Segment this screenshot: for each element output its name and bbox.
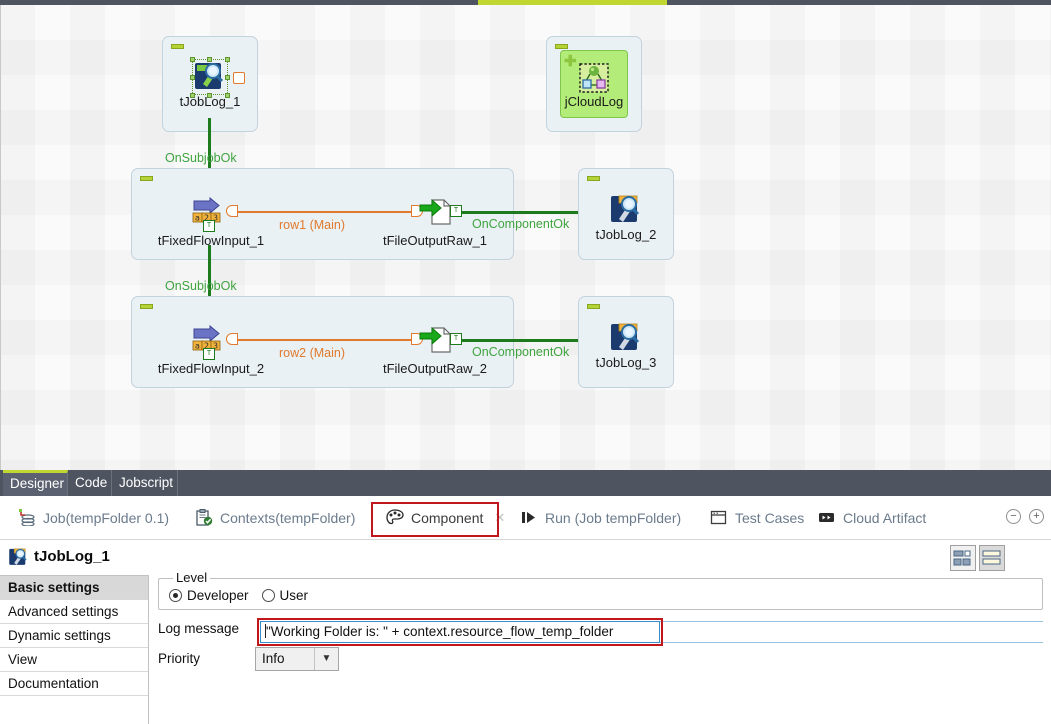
tab-code[interactable]: Code [68,470,112,496]
log-message-highlight [257,618,663,646]
trigger-port[interactable]: T [203,348,215,360]
subjob-collapse-icon[interactable] [140,176,153,181]
node-jcloudlog[interactable]: jCloudLog [570,63,618,123]
radio-user-label: User [280,588,309,603]
link-row2[interactable] [238,339,413,341]
link-label-row1: row1 (Main) [279,218,345,232]
component-form: Level Developer User Log message "Workin… [150,575,1051,724]
node-label: tFixedFlowInput_2 [158,361,264,376]
node-label: jCloudLog [565,94,624,109]
level-radio-row: Developer User [169,588,308,603]
node-trigger-port[interactable] [233,72,245,84]
flow-output-port[interactable] [226,333,238,345]
selection-handle[interactable] [225,57,230,62]
talend-studio-window: tJobLog_1 ✚ jCloudLog [0,0,1051,724]
job-log-icon [8,547,29,573]
tab-cloudartifact-label: Cloud Artifact [843,510,926,526]
node-tjoblog-3[interactable]: tJobLog_3 [602,321,650,379]
subjob-collapse-icon[interactable] [171,44,184,49]
radio-developer-label: Developer [187,588,249,603]
bottom-panel: Job(tempFolder 0.1) Contexts(tempFolder) [0,496,1051,724]
page-title: tJobLog_1 [34,548,110,565]
selection-handle[interactable] [190,75,195,80]
selection-handle[interactable] [190,57,195,62]
component-tab-highlight [371,502,499,537]
link-row1[interactable] [238,211,413,213]
node-label: tFileOutputRaw_1 [383,233,487,248]
link-label-oncomponentok-1: OnComponentOk [472,217,569,231]
trigger-port[interactable]: T [450,333,462,345]
chevron-down-icon[interactable]: ▼ [314,648,338,670]
subjob-collapse-icon[interactable] [587,176,600,181]
settings-tab-dynamic[interactable]: Dynamic settings [0,624,148,648]
tab-run-label: Run (Job tempFolder) [545,510,681,526]
view-tab-bar: Job(tempFolder 0.1) Contexts(tempFolder) [0,496,1051,540]
priority-select[interactable]: Info ▼ [255,647,339,671]
test-cases-icon [710,509,728,526]
flow-output-port[interactable] [226,205,238,217]
maximize-button[interactable]: + [1029,509,1044,524]
svg-text:a: a [195,214,200,223]
contexts-icon [195,509,213,526]
selection-outline [192,59,228,95]
radio-developer[interactable] [169,589,182,602]
settings-tab-advanced[interactable]: Advanced settings [0,600,148,624]
settings-tab-list: Basic settings Advanced settings Dynamic… [0,575,149,724]
tab-testcases[interactable]: Test Cases [700,496,814,539]
tab-contexts[interactable]: Contexts(tempFolder) [185,496,365,539]
component-header: tJobLog_1 [0,540,1051,575]
rows-layout-button[interactable] [979,545,1005,571]
tab-job[interactable]: Job(tempFolder 0.1) [8,496,179,539]
node-label: tJobLog_1 [180,94,241,109]
subjob-collapse-icon[interactable] [587,304,600,309]
tab-designer[interactable]: Designer [3,470,68,496]
node-label: tFileOutputRaw_2 [383,361,487,376]
job-designer-canvas[interactable]: tJobLog_1 ✚ jCloudLog [0,5,1051,470]
cloud-artifact-icon [818,509,836,526]
subjob-collapse-icon[interactable] [555,44,568,49]
tab-run[interactable]: Run (Job tempFolder) [510,496,691,539]
node-label: tFixedFlowInput_1 [158,233,264,248]
editor-tab-strip: Designer Code Jobscript [0,470,1051,496]
subjob-collapse-icon[interactable] [140,304,153,309]
level-group-label: Level [173,570,210,585]
link-label-oncomponentok-2: OnComponentOk [472,345,569,359]
grid-layout-button[interactable] [950,545,976,571]
priority-value: Info [262,651,285,666]
settings-tab-view[interactable]: View [0,648,148,672]
settings-tab-documentation[interactable]: Documentation [0,672,148,696]
link-label-row2: row2 (Main) [279,346,345,360]
priority-label: Priority [158,651,200,666]
radio-user[interactable] [262,589,275,602]
cloud-log-icon [579,63,609,98]
node-label: tJobLog_2 [596,227,657,242]
trigger-port[interactable]: T [450,205,462,217]
tab-contexts-label: Contexts(tempFolder) [220,510,355,526]
trigger-port[interactable]: T [203,220,215,232]
tab-testcases-label: Test Cases [735,510,804,526]
node-label: tJobLog_3 [596,355,657,370]
node-tjoblog-1[interactable]: tJobLog_1 [186,60,234,120]
run-icon [520,509,538,526]
selection-handle[interactable] [207,57,212,62]
selection-handle[interactable] [225,75,230,80]
log-message-label: Log message [158,621,239,636]
file-output-raw-icon [418,325,454,358]
link-label-onsubjobok-2: OnSubjobOk [165,279,237,293]
minimize-button[interactable]: − [1006,509,1021,524]
tab-job-label: Job(tempFolder 0.1) [43,510,169,526]
job-icon [18,509,36,526]
level-group: Level Developer User [158,578,1043,610]
link-label-onsubjobok-1: OnSubjobOk [165,151,237,165]
node-tjoblog-2[interactable]: tJobLog_2 [602,193,650,251]
file-output-raw-icon [418,197,454,230]
settings-tab-basic[interactable]: Basic settings [0,576,148,600]
tab-jobscript[interactable]: Jobscript [112,470,178,496]
svg-text:a: a [195,342,200,351]
tab-cloudartifact[interactable]: Cloud Artifact [808,496,936,539]
